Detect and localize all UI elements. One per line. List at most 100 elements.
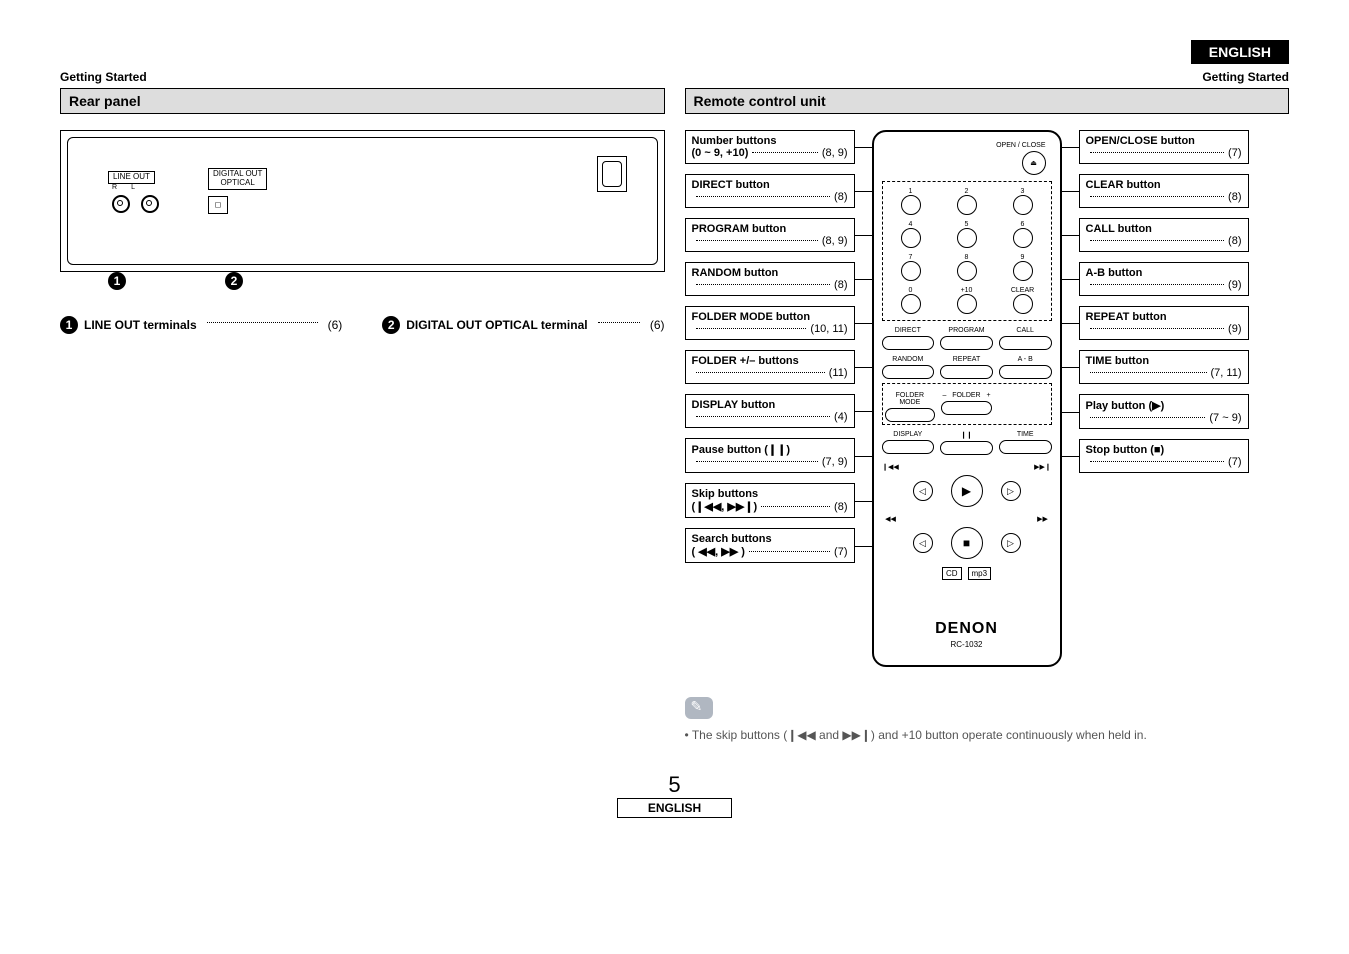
callout-page: (7)	[834, 546, 847, 558]
remote-diagram: OPEN / CLOSE ⏏ 1234567890+10CLEAR DIRECT…	[872, 130, 1062, 667]
callout-title: Skip buttons	[692, 488, 848, 500]
cd-logo: CD	[942, 567, 962, 580]
skip-prev-icon: ◁	[913, 481, 933, 501]
number-pad: 1234567890+10CLEAR	[882, 181, 1052, 321]
callout-page: (10, 11)	[810, 323, 847, 335]
section-label-right: Getting Started	[1202, 70, 1289, 84]
search-rew-icon: ◁	[913, 533, 933, 553]
remote-pill: DISPLAY	[882, 431, 935, 455]
callout-page: (7)	[1228, 147, 1241, 159]
remote-pill: PROGRAM	[940, 327, 993, 350]
callout-title: Number buttons	[692, 135, 848, 147]
callout-page: (8)	[834, 191, 847, 203]
remote-pill: REPEAT	[940, 356, 993, 379]
callout-title: Search buttons	[692, 533, 848, 545]
callout-box: Play button (▶)(7 ~ 9)	[1079, 394, 1249, 429]
callout-title: CLEAR button	[1086, 179, 1242, 191]
callout-box: OPEN/CLOSE button(7)	[1079, 130, 1249, 164]
number-key: CLEAR	[1001, 287, 1045, 314]
remote-pill: CALL	[999, 327, 1052, 350]
language-badge: ENGLISH	[1191, 40, 1289, 64]
rear-panel-diagram: LINE OUT R L DIGITAL OUT OPTICAL ◻	[60, 130, 665, 272]
optical-jack: ◻	[208, 196, 228, 214]
number-key: 6	[1001, 221, 1045, 248]
ac-inlet	[597, 156, 627, 192]
callout-number-1: 1	[108, 272, 126, 290]
open-close-label: OPEN / CLOSE	[882, 142, 1052, 149]
callout-box: Number buttons(0 ~ 9, +10) (8, 9)	[685, 130, 855, 164]
rca-jack-l	[141, 195, 159, 213]
search-fwd-icon: ▷	[1001, 533, 1021, 553]
callout-box: A-B button(9)	[1079, 262, 1249, 296]
right-callout-column: OPEN/CLOSE button(7)CLEAR button(8)CALL …	[1079, 130, 1249, 667]
callout-box: REPEAT button(9)	[1079, 306, 1249, 340]
remote-pill: – FOLDER +	[941, 392, 992, 422]
callout-title: A-B button	[1086, 267, 1242, 279]
term2-bullet: 2	[382, 316, 400, 334]
callout-box: DIRECT button(8)	[685, 174, 855, 208]
rear-panel-heading: Rear panel	[60, 88, 665, 114]
lineout-label: LINE OUT	[108, 171, 155, 184]
number-key: 9	[1001, 254, 1045, 281]
callout-page: (8)	[1228, 235, 1241, 247]
term2-page: (6)	[650, 318, 665, 332]
digital-out-label: DIGITAL OUT OPTICAL	[208, 168, 267, 190]
callout-title: Stop button (■)	[1086, 444, 1242, 456]
number-key: 5	[945, 221, 989, 248]
note-icon	[685, 697, 713, 719]
callout-box: CLEAR button(8)	[1079, 174, 1249, 208]
term1-bullet: 1	[60, 316, 78, 334]
mp3-logo: mp3	[968, 567, 992, 580]
remote-pill: DIRECT	[882, 327, 935, 350]
callout-title: FOLDER +/– buttons	[692, 355, 848, 367]
callout-title: TIME button	[1086, 355, 1242, 367]
remote-pill: A - B	[999, 356, 1052, 379]
callout-box: Pause button (❙❙)(7, 9)	[685, 438, 855, 473]
callout-title: Play button (▶)	[1086, 399, 1242, 412]
callout-page: (9)	[1228, 323, 1241, 335]
callout-page: (7 ~ 9)	[1209, 412, 1241, 424]
number-key: 7	[889, 254, 933, 281]
rca-jack-r	[112, 195, 130, 213]
section-label-left: Getting Started	[60, 70, 147, 84]
callout-page: (8)	[834, 279, 847, 291]
open-close-button-icon: ⏏	[1022, 151, 1046, 175]
callout-number-2: 2	[225, 272, 243, 290]
note-text: • The skip buttons (❙◀◀ and ▶▶❙) and +10…	[685, 728, 1290, 742]
callout-sub: (0 ~ 9, +10)	[692, 147, 749, 159]
callout-page: (11)	[829, 367, 848, 379]
callout-page: (4)	[834, 411, 847, 423]
remote-pill: TIME	[999, 431, 1052, 455]
callout-title: DIRECT button	[692, 179, 848, 191]
number-key: +10	[945, 287, 989, 314]
number-key: 8	[945, 254, 989, 281]
callout-box: DISPLAY button(4)	[685, 394, 855, 428]
remote-heading: Remote control unit	[685, 88, 1290, 114]
callout-title: Pause button (❙❙)	[692, 443, 848, 456]
number-key: 4	[889, 221, 933, 248]
remote-pill: ❙❙	[940, 431, 993, 455]
remote-pill: FOLDER MODE	[885, 392, 936, 422]
term1-page: (6)	[328, 318, 343, 332]
lineout-r: R	[112, 184, 117, 191]
remote-pill	[998, 392, 1049, 422]
callout-sub: ( ◀◀, ▶▶ )	[692, 545, 745, 558]
callout-page: (8)	[1228, 191, 1241, 203]
callout-box: Skip buttons(❙◀◀, ▶▶❙) (8)	[685, 483, 855, 518]
callout-page: (8, 9)	[822, 235, 848, 247]
callout-title: REPEAT button	[1086, 311, 1242, 323]
callout-page: (7, 9)	[822, 456, 848, 468]
callout-page: (8)	[834, 501, 847, 513]
footer-language: ENGLISH	[617, 798, 732, 818]
callout-box: CALL button(8)	[1079, 218, 1249, 252]
callout-box: FOLDER +/– buttons(11)	[685, 350, 855, 384]
callout-box: TIME button(7, 11)	[1079, 350, 1249, 384]
lineout-l: L	[131, 184, 135, 191]
stop-icon: ■	[951, 527, 983, 559]
callout-page: (7)	[1228, 456, 1241, 468]
remote-pill: RANDOM	[882, 356, 935, 379]
number-key: 2	[945, 188, 989, 215]
callout-sub: (❙◀◀, ▶▶❙)	[692, 500, 758, 513]
callout-title: FOLDER MODE button	[692, 311, 848, 323]
callout-box: FOLDER MODE button(10, 11)	[685, 306, 855, 340]
